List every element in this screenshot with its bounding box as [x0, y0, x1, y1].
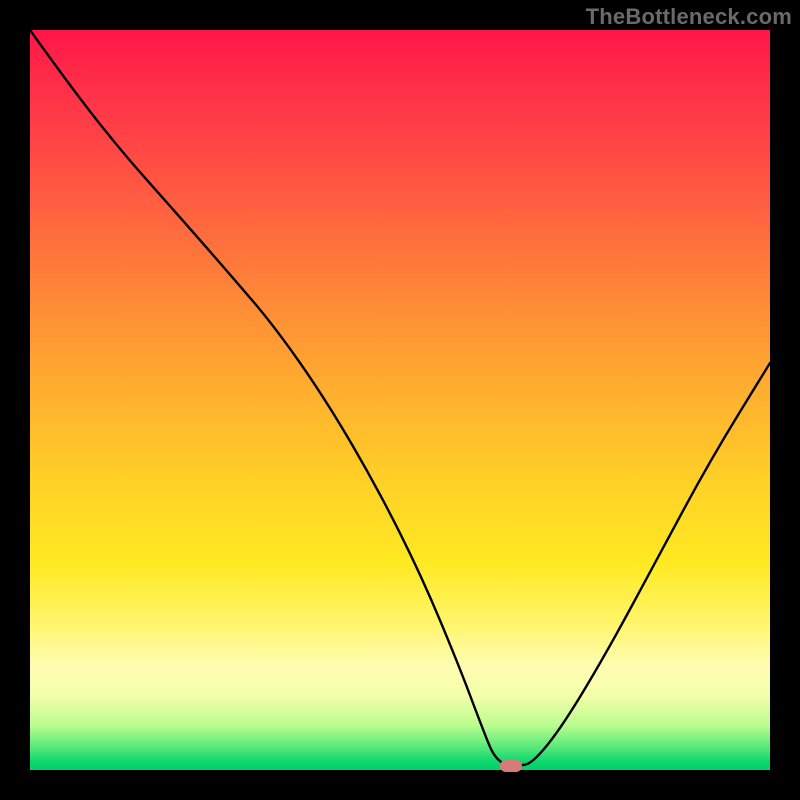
chart-frame: TheBottleneck.com	[0, 0, 800, 800]
plot-area	[30, 30, 770, 770]
watermark-text: TheBottleneck.com	[586, 4, 792, 30]
curve-svg	[30, 30, 770, 770]
bottleneck-curve	[30, 30, 770, 765]
optimal-marker	[500, 760, 522, 772]
